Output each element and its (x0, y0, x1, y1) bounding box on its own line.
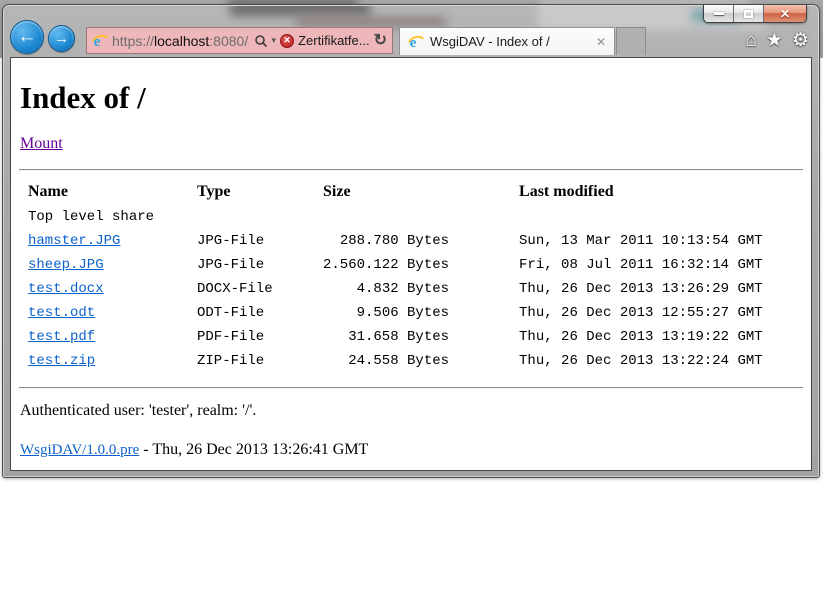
close-window-icon: ✕ (780, 8, 790, 20)
file-type: DOCX-File (197, 277, 323, 301)
file-modified: Thu, 26 Dec 2013 13:19:22 GMT (449, 325, 763, 349)
server-timestamp: - Thu, 26 Dec 2013 13:26:41 GMT (139, 441, 368, 458)
divider (19, 169, 803, 171)
tab-title: WsgiDAV - Index of / (430, 34, 590, 49)
tab-wsgidav[interactable]: e WsgiDAV - Index of / ✕ (399, 27, 615, 55)
maximize-button[interactable] (734, 5, 764, 22)
screenshot-root: ✕ ← → e https://localhost:8080/ ▾ ✕ Zert… (0, 0, 823, 600)
page-viewport: Index of / Mount Name Type Size Last mod… (10, 57, 812, 471)
file-size: 2.560.122 Bytes (323, 253, 449, 277)
file-type: ZIP-File (197, 349, 323, 373)
file-modified: Fri, 08 Jul 2011 16:32:14 GMT (449, 253, 763, 277)
file-link[interactable]: test.odt (28, 305, 95, 321)
browser-window: ✕ ← → e https://localhost:8080/ ▾ ✕ Zert… (2, 4, 820, 478)
file-modified: Sun, 13 Mar 2011 10:13:54 GMT (449, 229, 763, 253)
mount-link[interactable]: Mount (20, 135, 63, 152)
minimize-button[interactable] (704, 5, 734, 22)
certificate-error-icon[interactable]: ✕ (280, 34, 294, 48)
url-host: localhost (154, 33, 209, 49)
ie-favicon: e (408, 34, 424, 50)
header-last-modified: Last modified (449, 179, 763, 205)
refresh-icon[interactable]: ↻ (374, 33, 387, 49)
cert-x-glyph: ✕ (283, 35, 291, 46)
address-bar[interactable]: e https://localhost:8080/ ▾ ✕ Zertifikat… (86, 27, 393, 54)
file-link[interactable]: test.docx (28, 281, 104, 297)
table-row: test.docx DOCX-File 4.832 Bytes Thu, 26 … (28, 277, 763, 301)
file-size: 24.558 Bytes (323, 349, 449, 373)
maximize-icon (744, 10, 753, 18)
file-link[interactable]: test.zip (28, 353, 95, 369)
search-dropdown-caret-icon[interactable]: ▾ (272, 35, 277, 46)
top-level-share-label: Top level share (28, 205, 763, 229)
url-protocol: https:// (112, 33, 154, 49)
file-link[interactable]: sheep.JPG (28, 257, 104, 273)
file-modified: Thu, 26 Dec 2013 12:55:27 GMT (449, 301, 763, 325)
back-arrow-icon: ← (18, 26, 37, 48)
forward-arrow-icon: → (54, 30, 69, 47)
file-type: JPG-File (197, 253, 323, 277)
glass-blur-blob (296, 17, 446, 27)
file-size: 288.780 Bytes (323, 229, 449, 253)
table-row: test.zip ZIP-File 24.558 Bytes Thu, 26 D… (28, 349, 763, 373)
wsgidav-version-link[interactable]: WsgiDAV/1.0.0.pre (20, 442, 139, 458)
url-text[interactable]: https://localhost:8080/ (112, 33, 250, 49)
file-modified: Thu, 26 Dec 2013 13:22:24 GMT (449, 349, 763, 373)
file-size: 9.506 Bytes (323, 301, 449, 325)
header-name: Name (28, 179, 197, 205)
table-row: test.pdf PDF-File 31.658 Bytes Thu, 26 D… (28, 325, 763, 349)
directory-listing-table: Name Type Size Last modified Top level s… (28, 179, 763, 373)
browser-toolbar-icons: ⌂ ★ ⚙ (745, 29, 809, 53)
url-path: :8080/ (209, 33, 248, 49)
file-type: PDF-File (197, 325, 323, 349)
tab-close-icon[interactable]: ✕ (596, 35, 606, 49)
favorites-star-icon[interactable]: ★ (766, 29, 783, 53)
header-size: Size (323, 179, 449, 205)
forward-button[interactable]: → (48, 25, 75, 52)
tools-gear-icon[interactable]: ⚙ (792, 29, 809, 53)
search-icon[interactable] (254, 34, 268, 48)
file-link[interactable]: test.pdf (28, 329, 95, 345)
file-link[interactable]: hamster.JPG (28, 233, 120, 249)
file-type: JPG-File (197, 229, 323, 253)
table-header-row: Name Type Size Last modified (28, 179, 763, 205)
table-row: Top level share (28, 205, 763, 229)
file-size: 4.832 Bytes (323, 277, 449, 301)
home-icon[interactable]: ⌂ (745, 29, 756, 53)
header-type: Type (197, 179, 323, 205)
server-signature: WsgiDAV/1.0.0.pre - Thu, 26 Dec 2013 13:… (20, 441, 803, 459)
certificate-error-label[interactable]: Zertifikatfe... (298, 33, 370, 48)
back-button[interactable]: ← (10, 20, 44, 54)
file-modified: Thu, 26 Dec 2013 13:26:29 GMT (449, 277, 763, 301)
table-row: sheep.JPG JPG-File 2.560.122 Bytes Fri, … (28, 253, 763, 277)
glass-blur-blob (230, 6, 370, 16)
minimize-icon (714, 12, 724, 15)
ie-logo-icon: e (92, 33, 108, 49)
window-controls: ✕ (703, 5, 807, 23)
close-window-button[interactable]: ✕ (764, 5, 806, 22)
file-size: 31.658 Bytes (323, 325, 449, 349)
new-tab-button[interactable] (616, 27, 646, 55)
page-title: Index of / (20, 80, 803, 116)
table-row: hamster.JPG JPG-File 288.780 Bytes Sun, … (28, 229, 763, 253)
divider (19, 387, 803, 389)
table-row: test.odt ODT-File 9.506 Bytes Thu, 26 De… (28, 301, 763, 325)
file-type: ODT-File (197, 301, 323, 325)
authenticated-user-text: Authenticated user: 'tester', realm: '/'… (20, 402, 803, 420)
